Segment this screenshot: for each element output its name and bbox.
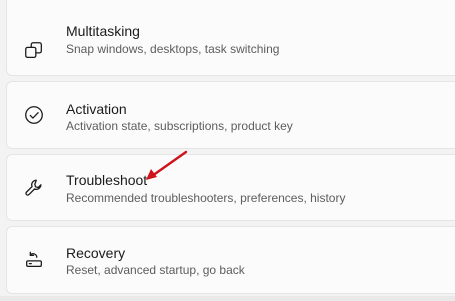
settings-item-troubleshoot[interactable]: Troubleshoot Recommended troubleshooters…	[6, 154, 455, 221]
settings-item-recovery[interactable]: Recovery Reset, advanced startup, go bac…	[6, 226, 455, 294]
list-bottom-edge	[0, 296, 455, 301]
settings-item-subtitle: Recommended troubleshooters, preferences…	[66, 191, 346, 205]
settings-item-title: Multitasking	[66, 23, 140, 39]
settings-item-multitasking[interactable]: Multitasking Snap windows, desktops, tas…	[6, 0, 455, 76]
multitasking-icon	[22, 39, 46, 63]
checkmark-circle-icon	[22, 103, 46, 127]
settings-item-subtitle: Snap windows, desktops, task switching	[66, 42, 280, 56]
settings-item-title: Activation	[66, 101, 127, 117]
settings-item-title: Troubleshoot	[66, 172, 148, 188]
settings-item-title: Recovery	[66, 245, 126, 261]
wrench-icon	[22, 176, 46, 200]
settings-item-subtitle: Activation state, subscriptions, product…	[66, 119, 293, 133]
settings-item-subtitle: Reset, advanced startup, go back	[66, 263, 245, 277]
recovery-icon	[22, 248, 46, 272]
settings-item-activation[interactable]: Activation Activation state, subscriptio…	[6, 81, 455, 149]
